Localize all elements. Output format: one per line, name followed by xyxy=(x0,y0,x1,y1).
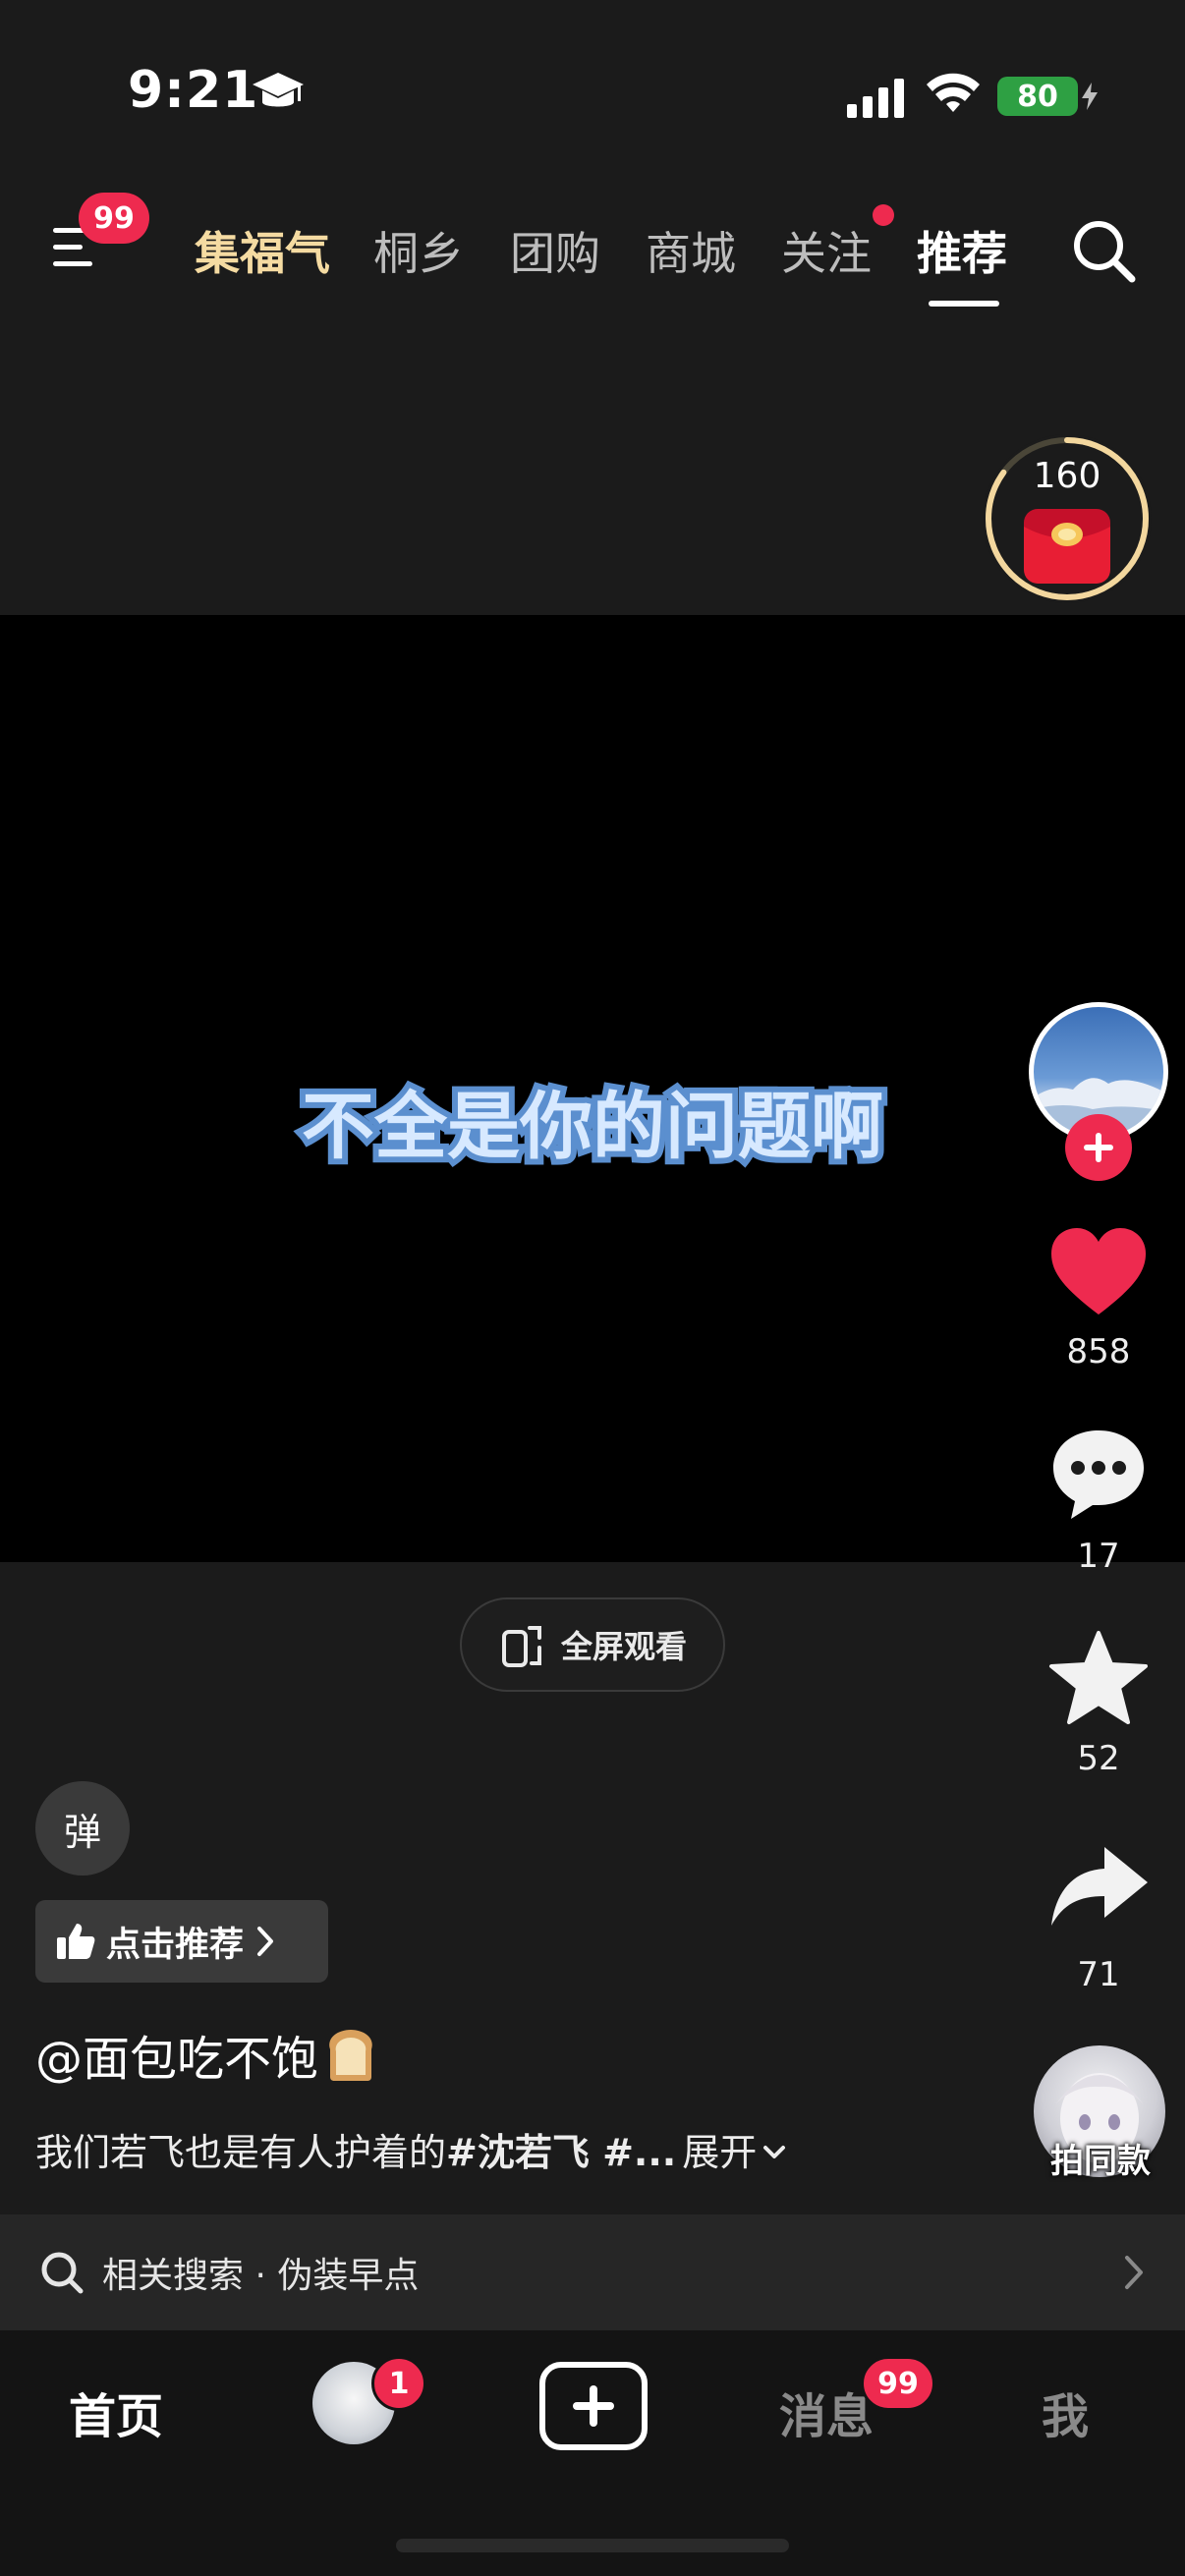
cellular-signal-icon xyxy=(847,79,904,118)
tab-mall[interactable]: 商城 xyxy=(646,218,736,283)
recommend-chip[interactable]: 点击推荐 xyxy=(35,1900,328,1983)
following-notification-dot xyxy=(873,204,894,226)
bread-emoji-icon xyxy=(329,2030,372,2081)
rotate-screen-icon xyxy=(501,1626,541,1667)
video-caption-text: 不全是你的问题啊 xyxy=(302,1085,883,1169)
battery-level: 80 xyxy=(1017,79,1058,114)
chevron-right-icon xyxy=(257,1927,274,1956)
description-hashtags[interactable]: #沈若飞 #... xyxy=(446,2131,676,2174)
tab-jifuqi[interactable]: 集福气 xyxy=(195,218,330,283)
plus-icon xyxy=(1084,1133,1113,1162)
danmaku-label: 弹 xyxy=(63,1810,101,1854)
related-search-bar[interactable]: 相关搜索 · 伪装早点 xyxy=(0,2214,1185,2330)
fullscreen-button[interactable]: 全屏观看 xyxy=(460,1597,725,1692)
thumbs-up-icon xyxy=(57,1924,95,1959)
home-indicator xyxy=(396,2539,789,2552)
charging-bolt-icon xyxy=(1082,83,1098,110)
recommend-label: 点击推荐 xyxy=(106,1925,245,1965)
menu-badge: 99 xyxy=(79,193,149,244)
author-name-text: @面包吃不饱 xyxy=(35,2032,319,2087)
post-description[interactable]: 我们若飞也是有人护着的#沈若飞 #... 展开 xyxy=(35,2122,788,2176)
search-icon xyxy=(41,2252,84,2294)
coin-count: 160 xyxy=(1033,456,1101,496)
tab-group-buy[interactable]: 团购 xyxy=(510,218,600,283)
tab-tongxiang[interactable]: 桐乡 xyxy=(373,218,464,283)
danmaku-toggle-button[interactable]: 弹 xyxy=(35,1781,130,1876)
battery-icon: 80 xyxy=(997,77,1098,116)
plus-icon xyxy=(573,2385,614,2427)
fullscreen-label: 全屏观看 xyxy=(560,1628,687,1665)
tab-me[interactable]: 我 xyxy=(1042,2378,1089,2446)
active-tab-indicator xyxy=(929,301,999,307)
bottom-tab-bar: 首页 1 消息 99 我 xyxy=(0,2330,1185,2576)
coin-reward-widget[interactable]: 160 xyxy=(983,434,1152,603)
share-arrow-icon[interactable] xyxy=(1045,1839,1152,1937)
expand-link[interactable]: 展开 xyxy=(682,2131,757,2174)
search-icon[interactable] xyxy=(1069,216,1138,285)
same-style-label[interactable]: 拍同款 xyxy=(1022,2134,1179,2182)
tab-home[interactable]: 首页 xyxy=(69,2378,163,2446)
like-heart-icon[interactable] xyxy=(1045,1224,1152,1322)
tab-recommend[interactable]: 推荐 xyxy=(917,218,1007,283)
comment-icon[interactable] xyxy=(1045,1425,1152,1523)
related-search-text: 相关搜索 · 伪装早点 xyxy=(102,2256,420,2296)
comment-count: 17 xyxy=(1077,1537,1120,1576)
video-player[interactable]: 不全是你的问题啊 xyxy=(0,615,1185,1562)
like-count: 858 xyxy=(1066,1332,1131,1372)
red-packet-icon xyxy=(1024,509,1110,584)
wifi-icon xyxy=(927,73,980,112)
friends-badge: 1 xyxy=(371,2356,426,2411)
favorite-count: 52 xyxy=(1077,1739,1120,1778)
messages-badge: 99 xyxy=(861,2356,935,2411)
chevron-down-icon[interactable] xyxy=(761,2142,788,2163)
share-count: 71 xyxy=(1077,1955,1120,1994)
description-text: 我们若飞也是有人护着的 xyxy=(35,2131,447,2174)
chevron-right-icon xyxy=(1125,2256,1143,2289)
tab-messages[interactable]: 消息 xyxy=(779,2378,874,2446)
author-name[interactable]: @面包吃不饱 xyxy=(35,2020,379,2089)
favorite-star-icon[interactable] xyxy=(1045,1629,1152,1727)
follow-button[interactable] xyxy=(1065,1114,1132,1181)
video-caption: 不全是你的问题啊 xyxy=(296,1079,889,1175)
tab-following[interactable]: 关注 xyxy=(781,218,872,283)
create-post-button[interactable] xyxy=(539,2362,648,2450)
status-time: 9:21 xyxy=(128,61,259,120)
graduation-cap-icon xyxy=(253,73,304,107)
